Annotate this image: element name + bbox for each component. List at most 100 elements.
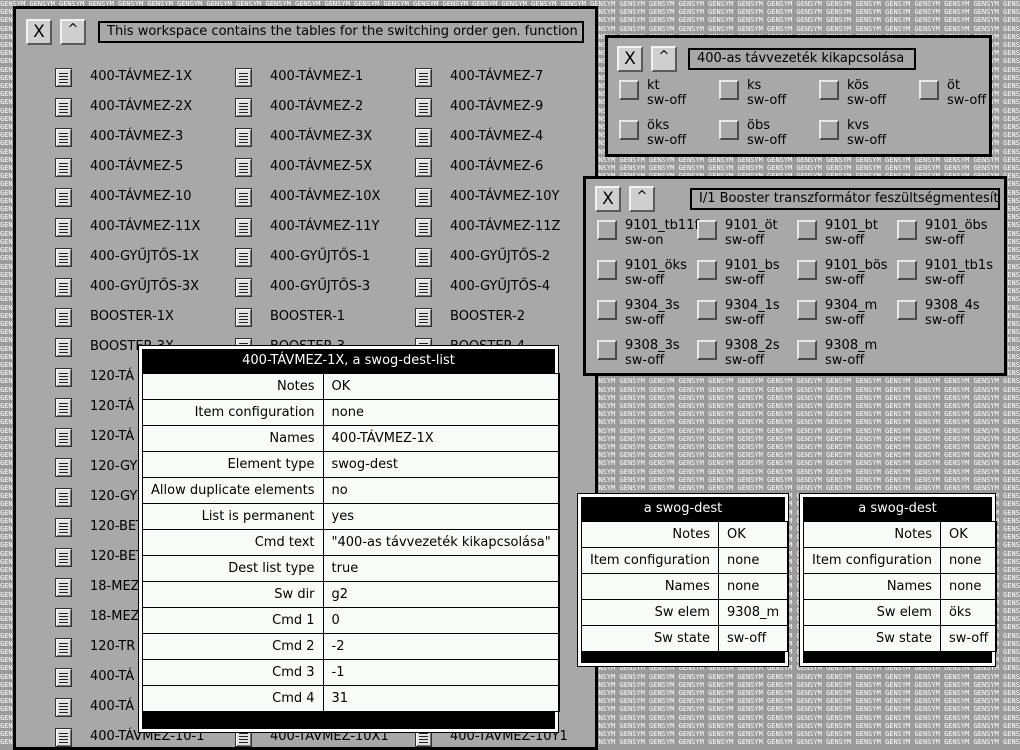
attribute-value[interactable]: öks [939,599,998,626]
switch-item[interactable]: 9304_m sw-off [797,298,897,338]
table-row[interactable]: Names 400-TÁVMEZ-1X [142,425,560,452]
attribute-value[interactable]: g2 [322,581,560,608]
switch-item[interactable]: 9304_3s sw-off [597,298,697,338]
table-row[interactable]: Item configuration none [581,547,789,574]
table-row[interactable]: Names none [803,573,998,600]
attribute-value[interactable]: no [322,477,560,504]
switch-checkbox[interactable] [797,220,817,240]
switch-item[interactable]: 9101_öt sw-off [697,218,797,258]
switch-item[interactable]: kt sw-off [619,78,719,118]
attribute-value[interactable]: OK [939,521,998,548]
tavvezetek-workspace[interactable]: X ^ 400-as távvezeték kikapcsolása kt sw-… [605,35,992,157]
switch-item[interactable]: öks sw-off [619,118,719,154]
attribute-value[interactable]: none [939,547,998,574]
attribute-table-swog-dest-2[interactable]: a swog-dest Notes OK Item configuration non… [799,493,998,667]
table-row[interactable]: Dest list type true [142,555,560,582]
switch-item[interactable]: 9304_1s sw-off [697,298,797,338]
lift-button[interactable]: ^ [629,186,655,212]
lift-button[interactable]: ^ [60,19,86,45]
table-row[interactable]: Cmd 4 31 [142,685,560,712]
attribute-value[interactable]: 400-TÁVMEZ-1X [322,425,560,452]
attribute-value[interactable]: sw-off [939,625,998,652]
close-button[interactable]: X [595,186,621,212]
switch-checkbox[interactable] [797,340,817,360]
attribute-value[interactable]: sw-off [717,625,789,652]
switch-checkbox[interactable] [597,220,617,240]
switch-checkbox[interactable] [619,80,639,100]
attribute-value[interactable]: "400-as távvezeték kikapcsolása" [322,529,560,556]
switch-checkbox[interactable] [797,260,817,280]
attribute-value[interactable]: yes [322,503,560,530]
switch-checkbox[interactable] [897,260,917,280]
table-row[interactable]: Element type swog-dest [142,451,560,478]
switch-checkbox[interactable] [797,300,817,320]
attribute-value[interactable]: none [322,399,560,426]
table-row[interactable]: Cmd 10 [142,607,560,634]
switch-checkbox[interactable] [619,120,639,140]
switch-checkbox[interactable] [719,80,739,100]
switch-checkbox[interactable] [897,300,917,320]
switch-checkbox[interactable] [597,340,617,360]
switch-checkbox[interactable] [697,340,717,360]
attribute-table-swog-dest-1[interactable]: a swog-dest Notes OK Item configuration non… [577,493,789,667]
switch-item[interactable]: öbs sw-off [719,118,819,154]
attribute-value[interactable]: swog-dest [322,451,560,478]
table-row[interactable]: Item configuration none [142,399,560,426]
table-row[interactable]: Notes OK [142,373,560,400]
attribute-value[interactable]: 0 [322,607,560,634]
switch-item[interactable]: 9308_m sw-off [797,338,897,373]
switch-item[interactable]: 9101_bs sw-off [697,258,797,298]
attribute-value[interactable]: OK [322,373,560,400]
attribute-value[interactable]: OK [717,521,789,548]
switch-item[interactable]: 9101_öbs sw-off [897,218,997,258]
switch-checkbox[interactable] [597,300,617,320]
table-row[interactable]: Sw elem öks [803,599,998,626]
close-button[interactable]: X [26,19,52,45]
switch-item[interactable]: ks sw-off [719,78,819,118]
attribute-value[interactable]: none [939,573,998,600]
switch-checkbox[interactable] [819,120,839,140]
table-row[interactable]: List is permanent yes [142,503,560,530]
switch-checkbox[interactable] [719,120,739,140]
switch-item[interactable]: öt sw-off [919,78,989,118]
table-row[interactable]: Allow duplicate elements no [142,477,560,504]
table-row[interactable]: Cmd 3 -1 [142,659,560,686]
table-row[interactable]: Cmd 2 -2 [142,633,560,660]
close-button[interactable]: X [617,46,643,72]
switch-item[interactable]: 9101_bös sw-off [797,258,897,298]
table-row[interactable]: Sw state sw-off [803,625,998,652]
switch-checkbox[interactable] [697,220,717,240]
table-row[interactable]: Sw state sw-off [581,625,789,652]
switch-item[interactable]: 9308_4s sw-off [897,298,997,338]
switch-item[interactable]: kvs sw-off [819,118,919,154]
table-row[interactable]: Names none [581,573,789,600]
attribute-value[interactable]: 31 [322,685,560,712]
switch-checkbox[interactable] [919,80,939,100]
attribute-value[interactable]: none [717,547,789,574]
switch-item[interactable]: 9101_tb1s sw-off [897,258,997,298]
table-row[interactable]: Cmd text "400-as távvezeték kikapcsolása" [142,529,560,556]
switch-item[interactable]: 9101_öks sw-off [597,258,697,298]
attribute-value[interactable]: -2 [322,633,560,660]
booster-workspace[interactable]: X ^ I/1 Booster transzformátor feszültsé… [583,176,1007,376]
switch-item[interactable]: 9101_tb11f sw-on [597,218,699,258]
attribute-value[interactable]: -1 [322,659,560,686]
switch-checkbox[interactable] [897,220,917,240]
table-row[interactable]: Notes OK [581,521,789,548]
switch-item[interactable]: kös sw-off [819,78,919,118]
switch-item[interactable]: 9308_3s sw-off [597,338,697,373]
switch-checkbox[interactable] [697,300,717,320]
table-row[interactable]: Sw dir g2 [142,581,560,608]
lift-button[interactable]: ^ [651,46,677,72]
table-row[interactable]: Sw elem 9308_m [581,599,789,626]
switch-checkbox[interactable] [697,260,717,280]
attribute-value[interactable]: true [322,555,560,582]
switch-item[interactable]: 9308_2s sw-off [697,338,797,373]
table-row[interactable]: Item configuration none [803,547,998,574]
switch-checkbox[interactable] [597,260,617,280]
attribute-value[interactable]: none [717,573,789,600]
switch-item[interactable]: 9101_bt sw-off [797,218,897,258]
attribute-table-swog-dest-list[interactable]: 400-TÁVMEZ-1X, a swog-dest-list Notes OK I… [138,345,560,733]
table-row[interactable]: Notes OK [803,521,998,548]
attribute-value[interactable]: 9308_m [717,599,789,626]
